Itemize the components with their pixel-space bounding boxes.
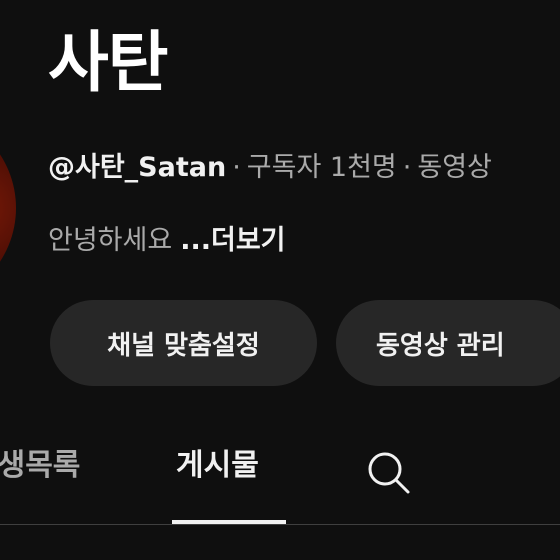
manage-videos-button[interactable]: 동영상 관리 [336,300,560,386]
tabs-divider [0,524,560,525]
meta-separator: · [232,152,241,183]
channel-title: 사탄 [48,24,168,101]
more-link[interactable]: ...더보기 [180,225,285,256]
subscriber-count: 구독자 1천명 [246,152,397,183]
channel-tabs: 재생목록 게시물 [0,430,560,526]
meta-separator: · [402,152,412,183]
description-text: 안녕하세요 [48,225,173,256]
channel-handle: @사탄_Satan [48,152,227,183]
channel-page: 사탄 @사탄_Satan · 구독자 1천명 · 동영상 안녕하세요 ...더보기 채널 … [0,0,560,560]
customize-channel-button[interactable]: 채널 맞춤설정 [50,300,317,386]
channel-description[interactable]: 안녕하세요 ...더보기 [48,225,286,257]
search-icon[interactable] [364,448,412,496]
tab-posts[interactable]: 게시물 [176,448,259,484]
tab-playlists[interactable]: 재생목록 [0,448,80,484]
channel-avatar[interactable] [0,110,16,306]
channel-meta: @사탄_Satan · 구독자 1천명 · 동영상 [48,152,492,184]
video-count[interactable]: 동영상 [417,152,492,183]
